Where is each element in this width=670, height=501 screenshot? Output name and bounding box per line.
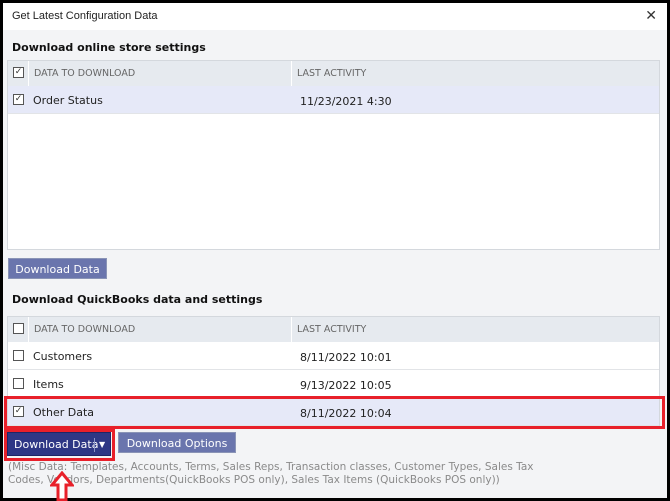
- select-all-checkbox[interactable]: ✓: [13, 67, 24, 78]
- table-row[interactable]: Items 9/13/2022 10:05: [8, 370, 659, 398]
- online-section-heading: Download online store settings: [12, 41, 206, 54]
- row-last-activity: 8/11/2022 10:01: [300, 351, 392, 364]
- download-online-data-button[interactable]: Download Data: [8, 258, 107, 279]
- column-header-last-activity[interactable]: LAST ACTIVITY: [291, 317, 366, 342]
- row-last-activity: 11/23/2021 4:30: [300, 95, 392, 108]
- highlight-box-download-button: [4, 429, 115, 461]
- row-label: Order Status: [33, 94, 103, 107]
- column-header-last-activity[interactable]: LAST ACTIVITY: [291, 61, 366, 86]
- title-bar: Get Latest Configuration Data ✕: [3, 3, 667, 30]
- dialog-window: Get Latest Configuration Data ✕ Download…: [3, 3, 667, 501]
- column-header-data: DATA TO DOWNLOAD: [28, 317, 135, 342]
- dialog-title: Get Latest Configuration Data: [12, 10, 158, 22]
- close-icon[interactable]: ✕: [645, 7, 657, 24]
- table-row[interactable]: ✓ Order Status 11/23/2021 4:30: [8, 86, 659, 114]
- table-row[interactable]: Customers 8/11/2022 10:01: [8, 342, 659, 370]
- select-all-checkbox[interactable]: [13, 323, 24, 334]
- row-checkbox[interactable]: ✓: [13, 94, 24, 105]
- download-options-button[interactable]: Download Options: [118, 432, 236, 453]
- table-header: DATA TO DOWNLOAD LAST ACTIVITY: [8, 317, 659, 342]
- highlight-box-other-data: [4, 396, 665, 429]
- row-label: Items: [33, 378, 64, 391]
- table-header: ✓ DATA TO DOWNLOAD LAST ACTIVITY: [8, 61, 659, 86]
- row-last-activity: 9/13/2022 10:05: [300, 379, 392, 392]
- row-checkbox[interactable]: [13, 350, 24, 361]
- misc-data-note: (Misc Data: Templates, Accounts, Terms, …: [8, 461, 534, 486]
- row-label: Customers: [33, 350, 93, 363]
- arrow-up-icon: [50, 471, 74, 501]
- online-settings-table: ✓ DATA TO DOWNLOAD LAST ACTIVITY ✓ Order…: [7, 60, 660, 250]
- quickbooks-section-heading: Download QuickBooks data and settings: [12, 293, 263, 306]
- column-header-data: DATA TO DOWNLOAD: [28, 61, 135, 86]
- row-checkbox[interactable]: [13, 378, 24, 389]
